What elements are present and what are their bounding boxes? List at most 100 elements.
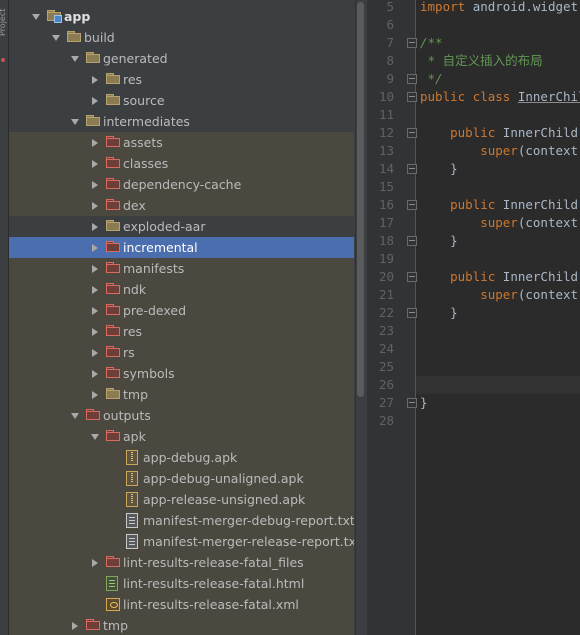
fold-marker-icon[interactable]	[407, 74, 417, 84]
code-line[interactable]: public class InnerChild	[420, 88, 580, 106]
folder-icon	[106, 220, 120, 231]
excluded-folder-icon	[106, 304, 120, 315]
code-line[interactable]: }	[420, 394, 428, 412]
tree-item[interactable]: tmp	[9, 615, 354, 635]
fold-marker-icon[interactable]	[407, 200, 417, 210]
tree-item[interactable]: exploded-aar	[9, 216, 354, 237]
fold-marker-icon[interactable]	[407, 308, 417, 318]
tree-item-label: build	[84, 30, 115, 45]
code-line[interactable]: /**	[420, 34, 443, 52]
chevron-down-icon[interactable]	[52, 35, 60, 41]
fold-marker-icon[interactable]	[407, 272, 417, 282]
fold-marker-icon[interactable]	[407, 398, 417, 408]
code-line[interactable]: }	[420, 232, 458, 250]
code-token: }	[420, 161, 458, 176]
chevron-down-icon[interactable]	[71, 119, 79, 125]
excluded-folder-icon	[106, 241, 120, 252]
tree-item[interactable]: intermediates	[9, 111, 354, 132]
tree-item[interactable]: app-release-unsigned.apk	[9, 489, 354, 510]
tree-item[interactable]: assets	[9, 132, 354, 153]
tree-item[interactable]: source	[9, 90, 354, 111]
tree-item[interactable]: res	[9, 69, 354, 90]
tree-item[interactable]: incremental	[9, 237, 354, 258]
chevron-right-icon[interactable]	[92, 307, 98, 315]
chevron-right-icon[interactable]	[92, 370, 98, 378]
tree-item[interactable]: rs	[9, 342, 354, 363]
tree-item[interactable]: app-debug-unaligned.apk	[9, 468, 354, 489]
tree-item[interactable]: lint-results-release-fatal.html	[9, 573, 354, 594]
chevron-right-icon[interactable]	[72, 622, 78, 630]
code-line[interactable]: */	[420, 70, 443, 88]
tree-item-label: incremental	[123, 240, 198, 255]
code-line[interactable]: }	[420, 304, 458, 322]
chevron-right-icon[interactable]	[92, 160, 98, 168]
chevron-right-icon[interactable]	[92, 76, 98, 84]
chevron-right-icon[interactable]	[92, 97, 98, 105]
code-line[interactable]: public InnerChild	[420, 196, 578, 214]
chevron-right-icon[interactable]	[92, 265, 98, 273]
chevron-down-icon[interactable]	[91, 434, 99, 440]
project-tree[interactable]: app build generated res source intermediates a…	[9, 0, 354, 635]
chevron-right-icon[interactable]	[92, 286, 98, 294]
tree-item[interactable]: manifest-merger-debug-report.txt	[9, 510, 354, 531]
code-line[interactable]: import android.widget	[420, 0, 578, 16]
fold-marker-icon[interactable]	[407, 236, 417, 246]
code-token: import	[420, 0, 473, 14]
apk-file-icon	[126, 492, 138, 507]
chevron-right-icon[interactable]	[92, 181, 98, 189]
tree-item[interactable]: manifests	[9, 258, 354, 279]
chevron-right-icon[interactable]	[92, 202, 98, 210]
line-number: 20	[378, 269, 394, 284]
tree-item[interactable]: pre-dexed	[9, 300, 354, 321]
tree-item-label: res	[123, 324, 143, 339]
code-line[interactable]: super(context	[420, 142, 578, 160]
fold-marker-icon[interactable]	[407, 128, 417, 138]
apk-file-icon	[126, 471, 138, 486]
chevron-down-icon[interactable]	[71, 56, 79, 62]
tree-item-label: exploded-aar	[123, 219, 206, 234]
tree-item[interactable]: outputs	[9, 405, 354, 426]
tree-item[interactable]: lint-results-release-fatal.xml	[9, 594, 354, 615]
chevron-right-icon[interactable]	[92, 349, 98, 357]
tree-item[interactable]: app-debug.apk	[9, 447, 354, 468]
chevron-right-icon[interactable]	[92, 139, 98, 147]
code-token: super	[420, 143, 518, 158]
tree-item[interactable]: dex	[9, 195, 354, 216]
tree-item[interactable]: symbols	[9, 363, 354, 384]
tree-item[interactable]: app	[9, 6, 354, 27]
code-token: InnerChild	[502, 125, 579, 140]
tree-item[interactable]: generated	[9, 48, 354, 69]
chevron-right-icon[interactable]	[92, 223, 98, 231]
code-line[interactable]: * 自定义插入的布局	[420, 52, 543, 70]
tree-item-label: dependency-cache	[123, 177, 242, 192]
chevron-right-icon[interactable]	[92, 244, 98, 252]
tree-item[interactable]: lint-results-release-fatal_files	[9, 552, 354, 573]
chevron-right-icon[interactable]	[92, 328, 98, 336]
chevron-down-icon[interactable]	[71, 413, 79, 419]
tree-item[interactable]: res	[9, 321, 354, 342]
tree-item[interactable]: manifest-merger-release-report.txt	[9, 531, 354, 552]
tree-item[interactable]: apk	[9, 426, 354, 447]
code-line[interactable]: super(context	[420, 214, 578, 232]
tree-item[interactable]: build	[9, 27, 354, 48]
code-line[interactable]: public InnerChild	[420, 268, 578, 286]
code-line[interactable]: public InnerChild	[420, 124, 578, 142]
tree-item[interactable]: classes	[9, 153, 354, 174]
code-line[interactable]: }	[420, 160, 458, 178]
tree-item-label: intermediates	[103, 114, 190, 129]
code-token: android.widget	[472, 0, 579, 14]
tree-item-label: lint-results-release-fatal.html	[123, 576, 305, 591]
chevron-right-icon[interactable]	[92, 391, 98, 399]
project-tool-window-strip[interactable]: Project	[0, 0, 9, 635]
fold-marker-icon[interactable]	[407, 92, 417, 102]
code-editor[interactable]: 5 6 7 8 9 10 11 12 13 14 15 16 17 18 19 20 21 22 23 24 25 26 2…	[367, 0, 580, 635]
fold-marker-icon[interactable]	[407, 164, 417, 174]
tree-item[interactable]: ndk	[9, 279, 354, 300]
code-line[interactable]: super(context	[420, 286, 578, 304]
chevron-down-icon[interactable]	[32, 14, 40, 20]
tree-item[interactable]: dependency-cache	[9, 174, 354, 195]
chevron-right-icon[interactable]	[92, 559, 98, 567]
tree-scrollbar-thumb[interactable]	[357, 2, 364, 397]
tree-item[interactable]: tmp	[9, 384, 354, 405]
fold-marker-icon[interactable]	[407, 38, 417, 48]
